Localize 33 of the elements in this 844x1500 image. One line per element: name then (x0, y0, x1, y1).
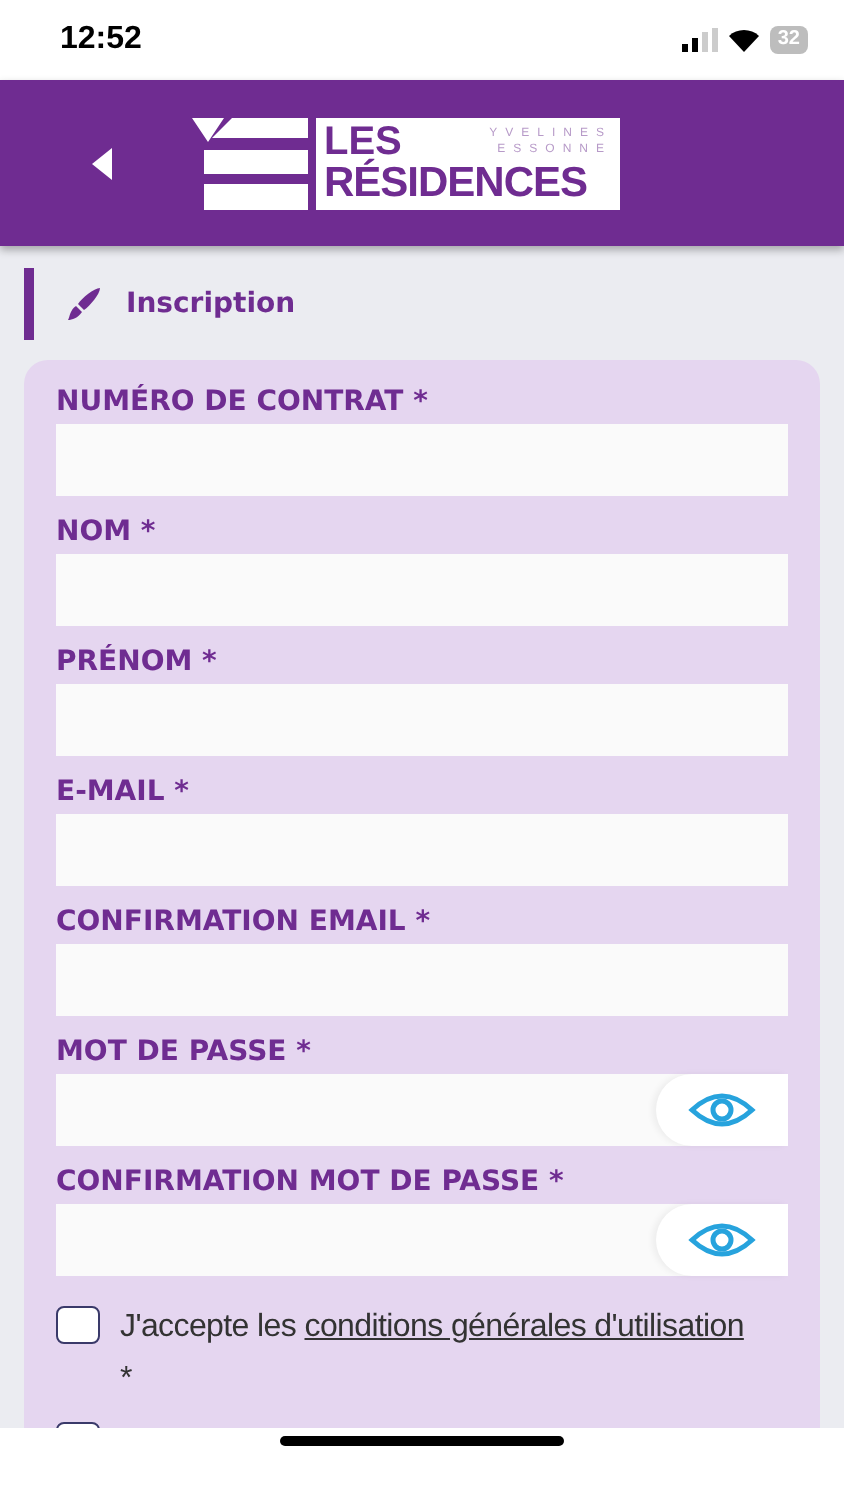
password-field[interactable] (56, 1074, 788, 1146)
eye-icon (688, 1090, 756, 1130)
wifi-icon (727, 28, 760, 52)
section-title: Inscription (126, 287, 296, 319)
status-time: 12:52 (60, 22, 142, 58)
input-field[interactable] (56, 684, 788, 756)
home-indicator[interactable] (280, 1436, 564, 1446)
show-password-button[interactable] (656, 1074, 788, 1146)
battery-indicator: 32 (769, 26, 808, 54)
signal-icon (681, 28, 718, 52)
field-label: E-MAIL * (56, 776, 189, 808)
field-label: NOM * (56, 516, 156, 548)
input-field[interactable] (56, 944, 788, 1016)
field-label: MOT DE PASSE * (56, 1036, 311, 1068)
input-field[interactable] (56, 554, 788, 626)
field-label: NUMÉRO DE CONTRAT * (56, 386, 428, 418)
logo-text: RÉSIDENCES (324, 161, 590, 205)
section-accent (24, 267, 34, 339)
field-label: CONFIRMATION EMAIL * (56, 906, 431, 938)
input-field[interactable] (56, 814, 788, 886)
terms-link[interactable]: conditions générales d'utilisation (304, 1310, 744, 1344)
back-icon[interactable] (88, 145, 116, 181)
pen-icon (66, 285, 102, 321)
password-field[interactable] (56, 1204, 788, 1276)
show-password-button[interactable] (656, 1204, 788, 1276)
eye-icon (688, 1220, 756, 1260)
field-label: CONFIRMATION MOT DE PASSE * (56, 1166, 564, 1198)
logo-mark-icon (192, 117, 308, 209)
logo-text: LES (324, 121, 402, 161)
field-label: PRÉNOM * (56, 646, 217, 678)
checkbox[interactable] (56, 1306, 100, 1344)
terms-text: J'accepte les conditions générales d'utilisation * (120, 1308, 744, 1400)
input-field[interactable] (56, 424, 788, 496)
